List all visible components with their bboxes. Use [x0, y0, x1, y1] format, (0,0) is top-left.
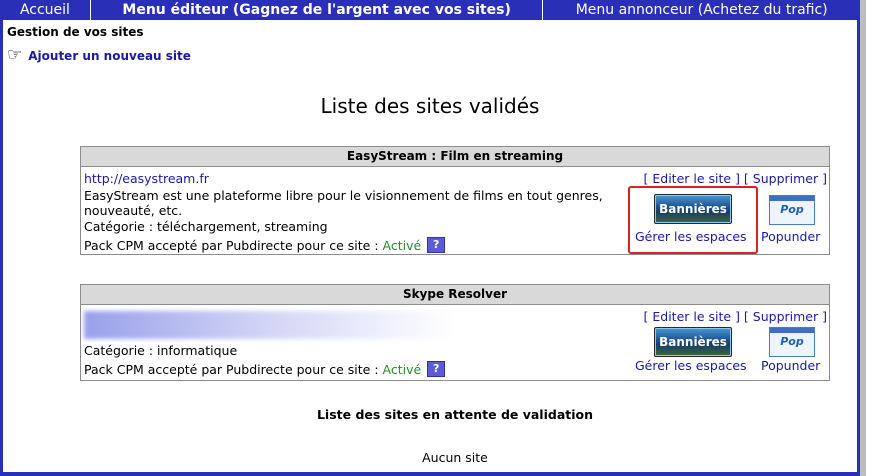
site-pack-status: Pack CPM accepté par Pubdirecte pour ce …: [84, 361, 446, 377]
pending-sites-title: Liste des sites en attente de validation: [316, 407, 594, 422]
edit-site-link[interactable]: Editer le site: [652, 309, 731, 324]
pack-active-status: Activé: [382, 237, 422, 253]
pop-button-label: Pop: [780, 335, 804, 348]
redacted-url: [84, 311, 454, 339]
pack-active-status: Activé: [382, 361, 422, 377]
nav-advertiser-menu-link[interactable]: Menu annonceur (Achetez du trafic): [543, 0, 860, 20]
site-card-title: Skype Resolver: [81, 285, 829, 305]
site-description: EasyStream est une plateforme libre pour…: [84, 188, 603, 218]
popunder-button[interactable]: Pop: [769, 195, 815, 225]
nav-editor-menu-link[interactable]: Menu éditeur (Gagnez de l'argent avec vo…: [91, 0, 542, 20]
delete-site-link[interactable]: Supprimer: [753, 171, 818, 186]
delete-site-link[interactable]: Supprimer: [753, 309, 818, 324]
site-card: Skype Resolver [ Editer le site ] [ Supp…: [80, 284, 830, 381]
manage-spaces-link[interactable]: Gérer les espaces: [635, 358, 747, 373]
add-site-row: ☞ Ajouter un nouveau site: [7, 47, 191, 64]
pending-empty-text: Aucun site: [422, 450, 488, 465]
site-category: Catégorie : téléchargement, streaming: [84, 219, 328, 234]
popunder-link[interactable]: Popunder: [761, 229, 820, 244]
popunder-link[interactable]: Popunder: [761, 358, 820, 373]
site-actions: [ Editer le site ] [ Supprimer ]: [643, 171, 828, 186]
pack-label: Pack CPM accepté par Pubdirecte pour ce …: [84, 361, 379, 377]
banners-button[interactable]: Bannières: [654, 327, 732, 357]
site-card-title: EasyStream : Film en streaming: [81, 147, 829, 167]
top-navigation: Accueil Menu éditeur (Gagnez de l'argent…: [0, 0, 860, 20]
site-category: Catégorie : informatique: [84, 343, 238, 358]
window-shadow: [860, 0, 866, 476]
pointing-hand-icon: ☞: [7, 45, 23, 65]
pop-button-label: Pop: [780, 203, 804, 216]
help-icon[interactable]: ?: [427, 361, 446, 377]
site-url-link[interactable]: http://easystream.fr: [84, 171, 209, 186]
help-icon[interactable]: ?: [427, 237, 446, 253]
frame-border-bottom: [0, 472, 860, 476]
section-title: Gestion de vos sites: [7, 25, 144, 39]
popunder-button[interactable]: Pop: [769, 327, 815, 357]
validated-sites-title: Liste des sites validés: [320, 94, 540, 118]
highlight-box: [628, 186, 758, 254]
nav-home-link[interactable]: Accueil: [0, 0, 90, 20]
pack-label: Pack CPM accepté par Pubdirecte pour ce …: [84, 237, 379, 253]
add-site-link[interactable]: Ajouter un nouveau site: [28, 49, 191, 63]
site-actions: [ Editer le site ] [ Supprimer ]: [643, 309, 828, 324]
site-pack-status: Pack CPM accepté par Pubdirecte pour ce …: [84, 237, 446, 253]
edit-site-link[interactable]: Editer le site: [652, 171, 731, 186]
